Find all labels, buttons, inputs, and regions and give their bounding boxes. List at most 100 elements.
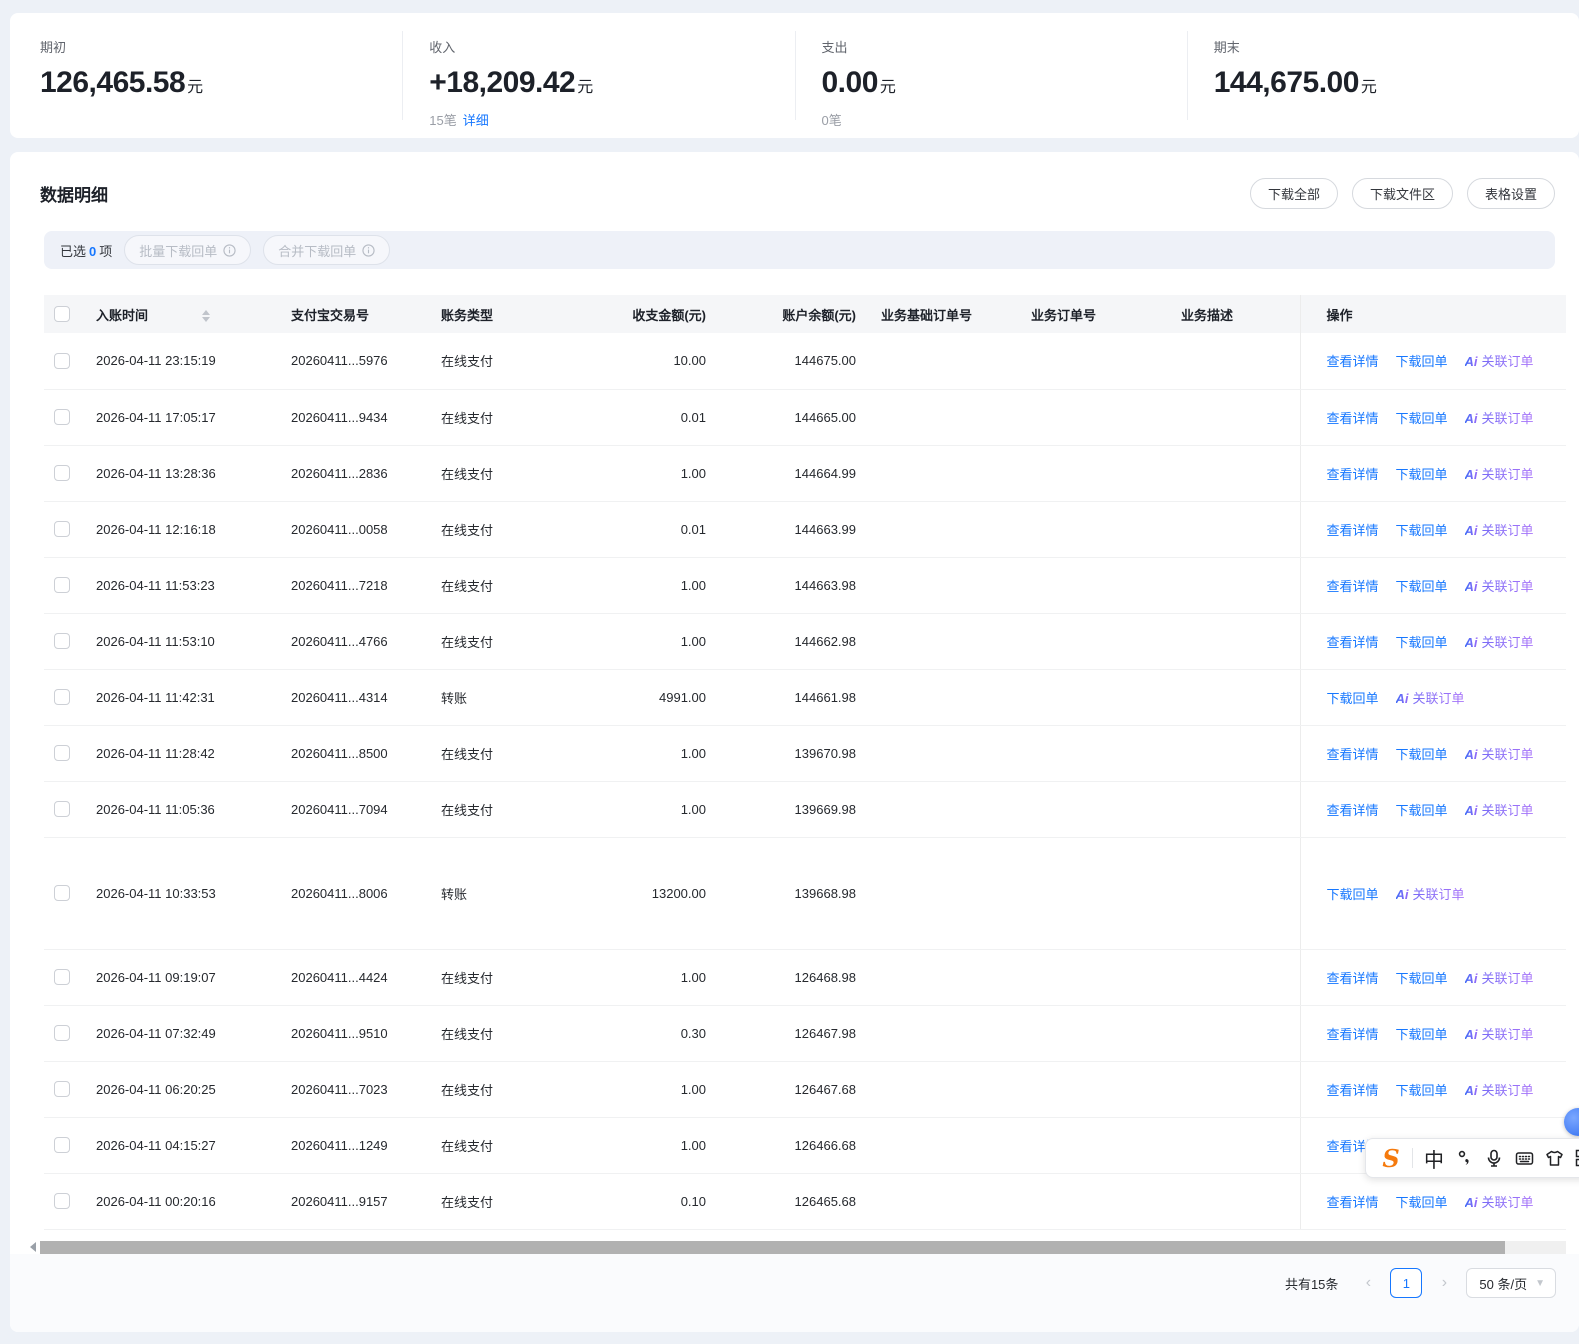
summary-value: 144,675.00元	[1214, 66, 1579, 100]
linked-order-action[interactable]: Ai关联订单	[1465, 635, 1534, 650]
next-page-button[interactable]: ›	[1436, 1274, 1452, 1292]
linked-order-action[interactable]: Ai关联订单	[1465, 803, 1534, 818]
download-receipt-link[interactable]: 下载回单	[1396, 971, 1448, 986]
linked-order-link[interactable]: 关联订单	[1482, 1083, 1534, 1098]
download-receipt-link[interactable]: 下载回单	[1327, 691, 1379, 706]
merge-download-receipt-button[interactable]: 合并下载回单	[263, 235, 390, 265]
row-checkbox[interactable]	[54, 1025, 70, 1041]
prev-page-button[interactable]: ‹	[1360, 1274, 1376, 1292]
download-receipt-link[interactable]: 下载回单	[1396, 747, 1448, 762]
row-checkbox[interactable]	[54, 353, 70, 369]
keyboard-icon[interactable]	[1509, 1143, 1539, 1173]
row-checkbox[interactable]	[54, 521, 70, 537]
download-receipt-link[interactable]: 下载回单	[1396, 635, 1448, 650]
download-receipt-link[interactable]: 下载回单	[1396, 1195, 1448, 1210]
cell-desc	[1170, 781, 1300, 837]
view-detail-link[interactable]: 查看详情	[1327, 747, 1379, 762]
download-receipt-link[interactable]: 下载回单	[1396, 523, 1448, 538]
download-receipt-link[interactable]: 下载回单	[1396, 354, 1448, 369]
linked-order-action[interactable]: Ai关联订单	[1465, 523, 1534, 538]
linked-order-link[interactable]: 关联订单	[1482, 1027, 1534, 1042]
download-receipt-link[interactable]: 下载回单	[1327, 887, 1379, 902]
linked-order-link[interactable]: 关联订单	[1482, 467, 1534, 482]
download-filezone-button[interactable]: 下载文件区	[1352, 178, 1453, 209]
linked-order-link[interactable]: 关联订单	[1482, 411, 1534, 426]
row-checkbox[interactable]	[54, 1137, 70, 1153]
row-checkbox[interactable]	[54, 801, 70, 817]
linked-order-link[interactable]: 关联订单	[1482, 803, 1534, 818]
summary-expense: 支出 0.00元 0笔	[795, 31, 1187, 120]
linked-order-link[interactable]: 关联订单	[1482, 635, 1534, 650]
linked-order-action[interactable]: Ai关联订单	[1465, 1083, 1534, 1098]
view-detail-link[interactable]: 查看详情	[1327, 523, 1379, 538]
row-checkbox[interactable]	[54, 577, 70, 593]
linked-order-action[interactable]: Ai关联订单	[1465, 467, 1534, 482]
row-checkbox[interactable]	[54, 969, 70, 985]
scrollbar-thumb[interactable]	[40, 1241, 1505, 1254]
view-detail-link[interactable]: 查看详情	[1327, 467, 1379, 482]
linked-order-action[interactable]: Ai关联订单	[1465, 971, 1534, 986]
row-checkbox[interactable]	[54, 745, 70, 761]
linked-order-link[interactable]: 关联订单	[1413, 691, 1465, 706]
download-receipt-link[interactable]: 下载回单	[1396, 803, 1448, 818]
toolbox-grid-icon[interactable]	[1569, 1143, 1579, 1173]
batch-download-receipt-button[interactable]: 批量下载回单	[124, 235, 251, 265]
view-detail-link[interactable]: 查看详情	[1327, 1027, 1379, 1042]
row-checkbox[interactable]	[54, 1081, 70, 1097]
scrollbar-track[interactable]	[40, 1241, 1566, 1254]
row-checkbox[interactable]	[54, 689, 70, 705]
view-detail-link[interactable]: 查看详情	[1327, 635, 1379, 650]
row-checkbox[interactable]	[54, 409, 70, 425]
linked-order-link[interactable]: 关联订单	[1482, 579, 1534, 594]
ime-language-mode-button[interactable]: 中	[1419, 1143, 1449, 1173]
row-select-cell	[44, 389, 85, 445]
current-page-button[interactable]: 1	[1390, 1268, 1422, 1298]
page-size-select[interactable]: 50 条/页 ▼	[1466, 1268, 1556, 1298]
linked-order-link[interactable]: 关联订单	[1482, 971, 1534, 986]
download-receipt-link[interactable]: 下载回单	[1396, 467, 1448, 482]
linked-order-action[interactable]: Ai关联订单	[1465, 411, 1534, 426]
view-detail-link[interactable]: 查看详情	[1327, 1195, 1379, 1210]
sort-icon[interactable]	[202, 310, 210, 322]
row-checkbox[interactable]	[54, 1193, 70, 1209]
download-receipt-link[interactable]: 下载回单	[1396, 1083, 1448, 1098]
download-receipt-link[interactable]: 下载回单	[1396, 411, 1448, 426]
horizontal-scrollbar[interactable]	[30, 1240, 1566, 1254]
view-detail-link[interactable]: 查看详情	[1327, 1083, 1379, 1098]
view-detail-link[interactable]: 查看详情	[1327, 354, 1379, 369]
chevron-down-icon: ▼	[1535, 1278, 1545, 1289]
sogou-logo-icon[interactable]: S	[1376, 1143, 1406, 1173]
row-select-cell	[44, 1005, 85, 1061]
linked-order-action[interactable]: Ai关联订单	[1465, 1027, 1534, 1042]
select-all-checkbox[interactable]	[54, 306, 70, 322]
table-settings-button[interactable]: 表格设置	[1467, 178, 1555, 209]
linked-order-link[interactable]: 关联订单	[1482, 354, 1534, 369]
linked-order-link[interactable]: 关联订单	[1482, 1195, 1534, 1210]
cell-base-order	[870, 725, 1020, 781]
linked-order-link[interactable]: 关联订单	[1482, 523, 1534, 538]
income-detail-link[interactable]: 详细	[463, 113, 489, 128]
view-detail-link[interactable]: 查看详情	[1327, 579, 1379, 594]
linked-order-link[interactable]: 关联订单	[1482, 747, 1534, 762]
view-detail-link[interactable]: 查看详情	[1327, 803, 1379, 818]
linked-order-action[interactable]: Ai关联订单	[1465, 354, 1534, 369]
row-checkbox[interactable]	[54, 633, 70, 649]
row-checkbox[interactable]	[54, 465, 70, 481]
view-detail-link[interactable]: 查看详情	[1327, 411, 1379, 426]
linked-order-action[interactable]: Ai关联订单	[1396, 691, 1465, 706]
linked-order-action[interactable]: Ai关联订单	[1465, 579, 1534, 594]
view-detail-link[interactable]: 查看详情	[1327, 971, 1379, 986]
download-receipt-link[interactable]: 下载回单	[1396, 579, 1448, 594]
microphone-icon[interactable]	[1479, 1143, 1509, 1173]
download-receipt-link[interactable]: 下载回单	[1396, 1027, 1448, 1042]
linked-order-action[interactable]: Ai关联订单	[1396, 887, 1465, 902]
skin-shirt-icon[interactable]	[1539, 1143, 1569, 1173]
linked-order-action[interactable]: Ai关联订单	[1465, 1195, 1534, 1210]
linked-order-action[interactable]: Ai关联订单	[1465, 747, 1534, 762]
row-checkbox[interactable]	[54, 885, 70, 901]
punctuation-mode-icon[interactable]	[1449, 1143, 1479, 1173]
linked-order-link[interactable]: 关联订单	[1413, 887, 1465, 902]
cell-trade-no: 20260411...7094	[280, 781, 430, 837]
scroll-left-arrow-icon[interactable]	[30, 1242, 36, 1252]
download-all-button[interactable]: 下载全部	[1250, 178, 1338, 209]
